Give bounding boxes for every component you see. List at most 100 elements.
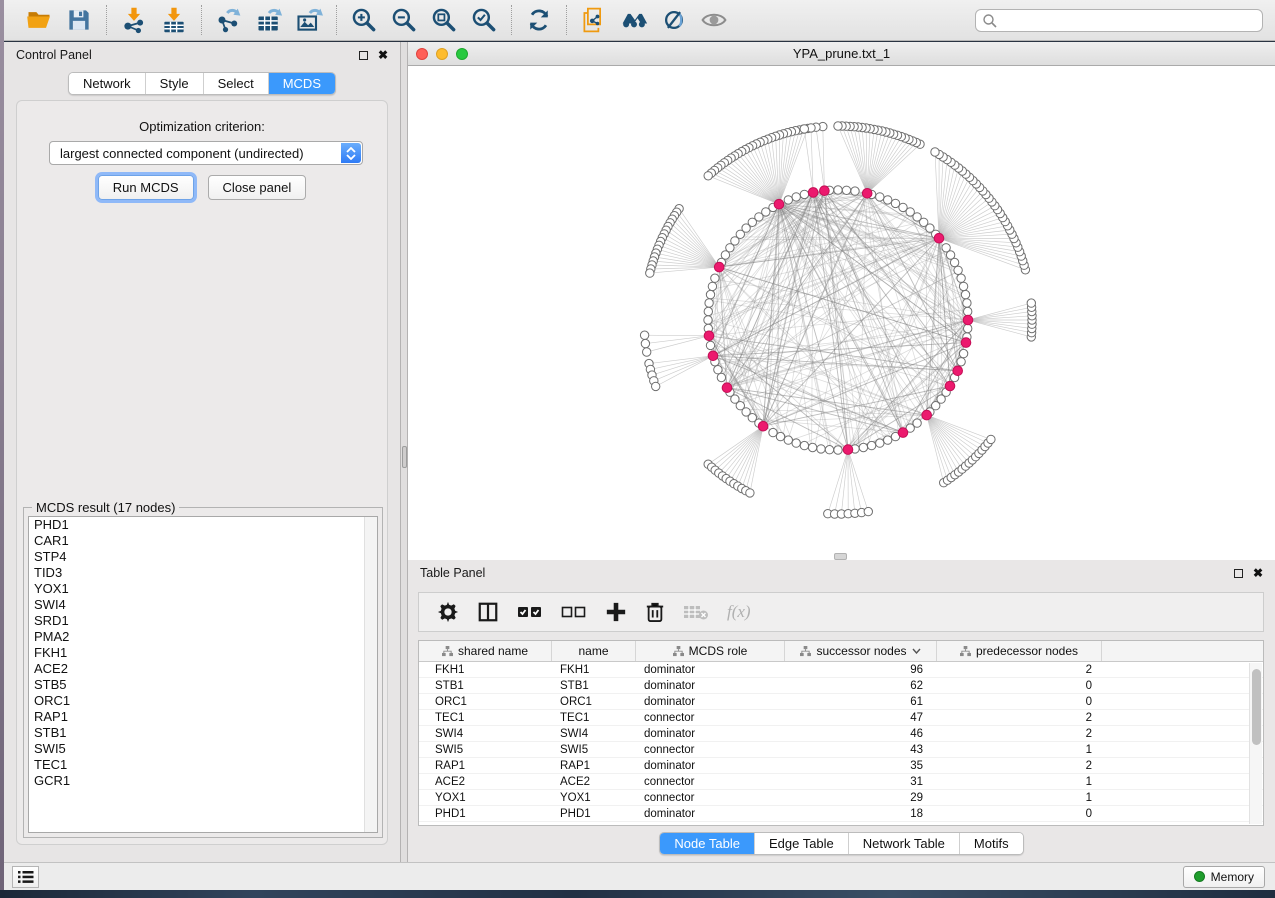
network-window-titlebar[interactable]: YPA_prune.txt_1 (408, 42, 1275, 66)
float-table-panel-icon[interactable] (1234, 569, 1243, 578)
add-plus-icon[interactable] (605, 601, 627, 623)
export-image-icon[interactable] (292, 5, 326, 35)
close-panel-button[interactable]: Close panel (208, 175, 307, 200)
cell-successor-nodes[interactable]: 61 (785, 694, 937, 709)
splitter-handle[interactable] (402, 446, 407, 468)
mcds-result-item[interactable]: GCR1 (29, 773, 377, 789)
cell-successor-nodes[interactable]: 29 (785, 790, 937, 805)
mcds-result-item[interactable]: RAP1 (29, 709, 377, 725)
zoom-selected-icon[interactable] (467, 5, 501, 35)
cell-name[interactable]: SWI4 (552, 726, 636, 741)
column-layout-icon[interactable] (477, 601, 499, 623)
import-table-icon[interactable] (157, 5, 191, 35)
table-row[interactable]: YOX1YOX1connector291 (419, 790, 1263, 806)
cell-MCDS-role[interactable]: dominator (636, 694, 785, 709)
table-row[interactable]: FKH1FKH1dominator962 (419, 662, 1263, 678)
mcds-result-item[interactable]: CAR1 (29, 533, 377, 549)
cell-shared-name[interactable]: TEC1 (419, 710, 552, 725)
mcds-result-item[interactable]: PHD1 (29, 517, 377, 533)
open-folder-icon[interactable] (22, 5, 56, 35)
mcds-result-item[interactable]: FKH1 (29, 645, 377, 661)
cell-shared-name[interactable]: STB1 (419, 678, 552, 693)
zoom-fit-icon[interactable] (427, 5, 461, 35)
cell-name[interactable]: ACE2 (552, 774, 636, 789)
cell-successor-nodes[interactable]: 96 (785, 662, 937, 677)
cell-shared-name[interactable]: ACE2 (419, 774, 552, 789)
select-all-checks-icon[interactable] (517, 604, 543, 620)
tab-node-table[interactable]: Node Table (660, 833, 755, 854)
cell-name[interactable]: TEC1 (552, 710, 636, 725)
cell-successor-nodes[interactable]: 62 (785, 678, 937, 693)
cell-successor-nodes[interactable]: 43 (785, 742, 937, 757)
tab-network-table[interactable]: Network Table (849, 833, 960, 854)
cell-predecessor-nodes[interactable]: 2 (937, 662, 1102, 677)
cell-name[interactable]: STB1 (552, 678, 636, 693)
mcds-result-item[interactable]: STB1 (29, 725, 377, 741)
column-header-MCDS-role[interactable]: MCDS role (636, 641, 785, 661)
mcds-result-item[interactable]: YOX1 (29, 581, 377, 597)
cell-predecessor-nodes[interactable]: 2 (937, 726, 1102, 741)
cell-shared-name[interactable]: ORC1 (419, 694, 552, 709)
tab-style[interactable]: Style (146, 73, 204, 94)
cell-MCDS-role[interactable]: dominator (636, 726, 785, 741)
save-icon[interactable] (62, 5, 96, 35)
table-row[interactable]: STB1STB1dominator620 (419, 678, 1263, 694)
cell-predecessor-nodes[interactable]: 1 (937, 790, 1102, 805)
cell-name[interactable]: ORC1 (552, 694, 636, 709)
tab-network[interactable]: Network (69, 73, 146, 94)
cell-predecessor-nodes[interactable]: 2 (937, 710, 1102, 725)
memory-button[interactable]: Memory (1183, 866, 1265, 888)
cell-successor-nodes[interactable]: 31 (785, 774, 937, 789)
cell-predecessor-nodes[interactable]: 0 (937, 806, 1102, 821)
cell-name[interactable]: YOX1 (552, 790, 636, 805)
tab-motifs[interactable]: Motifs (960, 833, 1023, 854)
cell-MCDS-role[interactable]: dominator (636, 662, 785, 677)
cell-shared-name[interactable]: YOX1 (419, 790, 552, 805)
criterion-dropdown[interactable]: largest connected component (undirected) (49, 141, 363, 165)
cell-MCDS-role[interactable]: dominator (636, 758, 785, 773)
mcds-result-item[interactable]: ACE2 (29, 661, 377, 677)
horizontal-splitter-handle[interactable] (834, 553, 847, 560)
cell-shared-name[interactable]: SWI4 (419, 726, 552, 741)
vertical-splitter[interactable] (400, 42, 408, 862)
column-header-predecessor-nodes[interactable]: predecessor nodes (937, 641, 1102, 661)
import-network-icon[interactable] (117, 5, 151, 35)
export-table-icon[interactable] (252, 5, 286, 35)
cell-successor-nodes[interactable]: 47 (785, 710, 937, 725)
mcds-result-item[interactable]: SWI4 (29, 597, 377, 613)
mcds-result-item[interactable]: TEC1 (29, 757, 377, 773)
cell-name[interactable]: PHD1 (552, 806, 636, 821)
table-row[interactable]: PHD1PHD1dominator180 (419, 806, 1263, 822)
cell-predecessor-nodes[interactable]: 1 (937, 742, 1102, 757)
mcds-list-scrollbar[interactable] (364, 517, 377, 832)
column-header-shared-name[interactable]: shared name (419, 641, 552, 661)
cell-successor-nodes[interactable]: 18 (785, 806, 937, 821)
cell-successor-nodes[interactable]: 46 (785, 726, 937, 741)
cell-MCDS-role[interactable]: dominator (636, 678, 785, 693)
cell-shared-name[interactable]: RAP1 (419, 758, 552, 773)
close-table-panel-icon[interactable]: ✖ (1253, 569, 1263, 578)
deselect-all-checks-icon[interactable] (561, 604, 587, 620)
table-row[interactable]: SWI4SWI4dominator462 (419, 726, 1263, 742)
table-row[interactable]: ORC1ORC1dominator610 (419, 694, 1263, 710)
cell-name[interactable]: FKH1 (552, 662, 636, 677)
table-row[interactable]: TEC1TEC1connector472 (419, 710, 1263, 726)
cell-shared-name[interactable]: FKH1 (419, 662, 552, 677)
mcds-result-item[interactable]: STB5 (29, 677, 377, 693)
delete-trash-icon[interactable] (645, 601, 665, 623)
float-panel-icon[interactable] (359, 51, 368, 60)
cell-predecessor-nodes[interactable]: 2 (937, 758, 1102, 773)
cell-MCDS-role[interactable]: connector (636, 710, 785, 725)
cell-successor-nodes[interactable]: 35 (785, 758, 937, 773)
mcds-result-list[interactable]: PHD1CAR1STP4TID3YOX1SWI4SRD1PMA2FKH1ACE2… (28, 516, 378, 833)
cell-predecessor-nodes[interactable]: 1 (937, 774, 1102, 789)
cell-MCDS-role[interactable]: connector (636, 774, 785, 789)
cell-predecessor-nodes[interactable]: 0 (937, 678, 1102, 693)
export-network-icon[interactable] (212, 5, 246, 35)
tab-mcds[interactable]: MCDS (269, 73, 335, 94)
hide-glasses-icon[interactable] (657, 5, 691, 35)
cell-MCDS-role[interactable]: connector (636, 790, 785, 805)
table-scrollbar-thumb[interactable] (1252, 669, 1261, 745)
settings-gear-icon[interactable] (437, 601, 459, 623)
refresh-icon[interactable] (522, 5, 556, 35)
